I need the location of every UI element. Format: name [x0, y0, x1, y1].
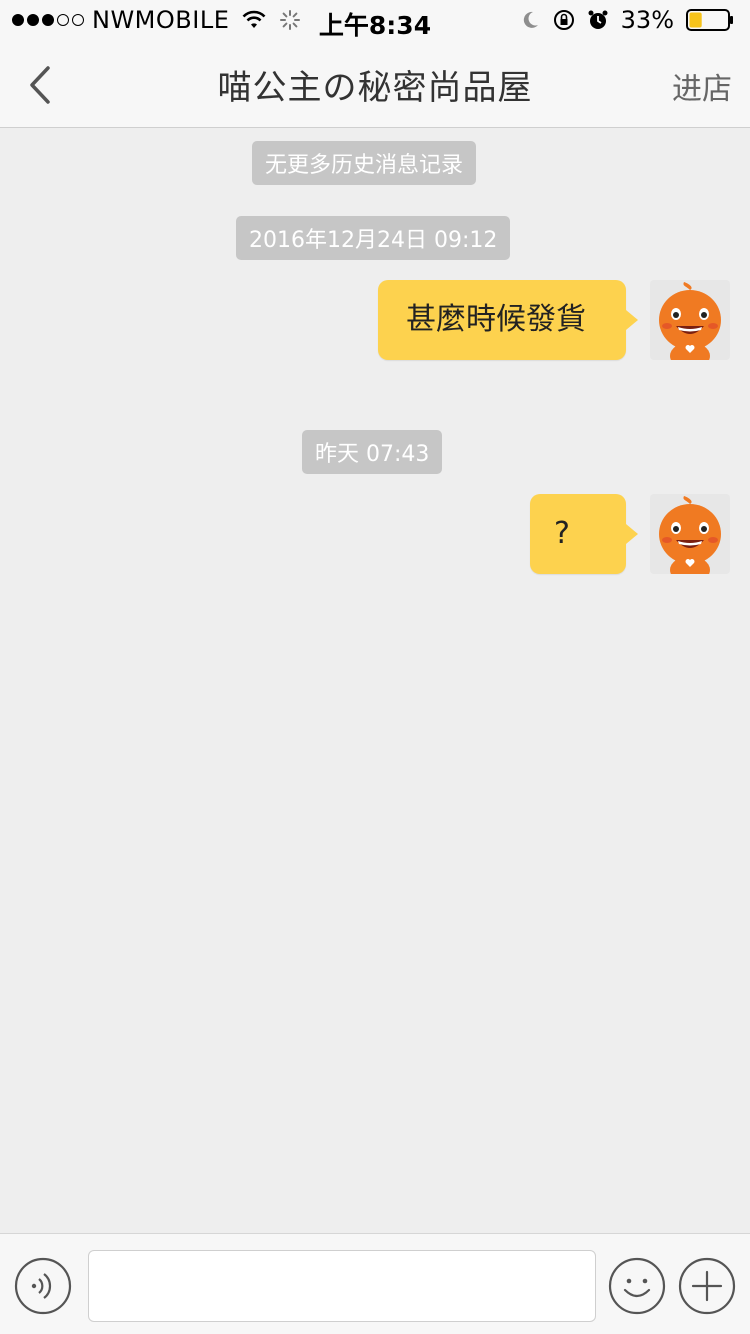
message-timestamp: 昨天 07:43: [302, 430, 443, 474]
battery-icon: [686, 9, 733, 31]
history-notice: 无更多历史消息记录: [252, 141, 477, 185]
avatar[interactable]: [650, 280, 730, 360]
emoji-button[interactable]: [608, 1257, 666, 1315]
orange-mascot-icon: [659, 282, 721, 360]
orange-mascot-icon: [659, 496, 721, 574]
rotation-lock-icon: [553, 10, 574, 30]
input-bar: [0, 1233, 750, 1334]
more-options-button[interactable]: [678, 1257, 736, 1315]
alarm-clock-icon: [588, 10, 608, 29]
bubble-tail: [626, 524, 638, 544]
navigation-bar: 喵公主の秘密尚品屋 进店: [0, 40, 750, 128]
moon-icon: [523, 11, 538, 28]
battery-percent: 33%: [620, 6, 674, 34]
page-title: 喵公主の秘密尚品屋: [217, 68, 533, 108]
enter-store-button[interactable]: 进店: [672, 64, 732, 108]
status-right: 33%: [519, 6, 734, 34]
chat-area[interactable]: 无更多历史消息记录 2016年12月24日 09:12 甚麼時候發貨 昨天 07…: [0, 128, 750, 1233]
message-text: 甚麼時候發貨: [406, 302, 586, 337]
message-input[interactable]: [88, 1250, 596, 1322]
message-text: ?: [554, 516, 570, 551]
bubble-tail: [626, 310, 638, 330]
voice-input-button[interactable]: [14, 1257, 72, 1315]
message-timestamp: 2016年12月24日 09:12: [236, 216, 511, 260]
avatar[interactable]: [650, 494, 730, 574]
message-bubble[interactable]: ?: [530, 494, 638, 574]
chat-screen: NWMOBILE 上午8:34 33% 喵公主の秘密尚品屋 进店 无更多历史消息…: [0, 0, 750, 1334]
message-bubble[interactable]: 甚麼時候發貨: [378, 280, 638, 360]
status-bar: NWMOBILE 上午8:34 33%: [0, 0, 750, 40]
